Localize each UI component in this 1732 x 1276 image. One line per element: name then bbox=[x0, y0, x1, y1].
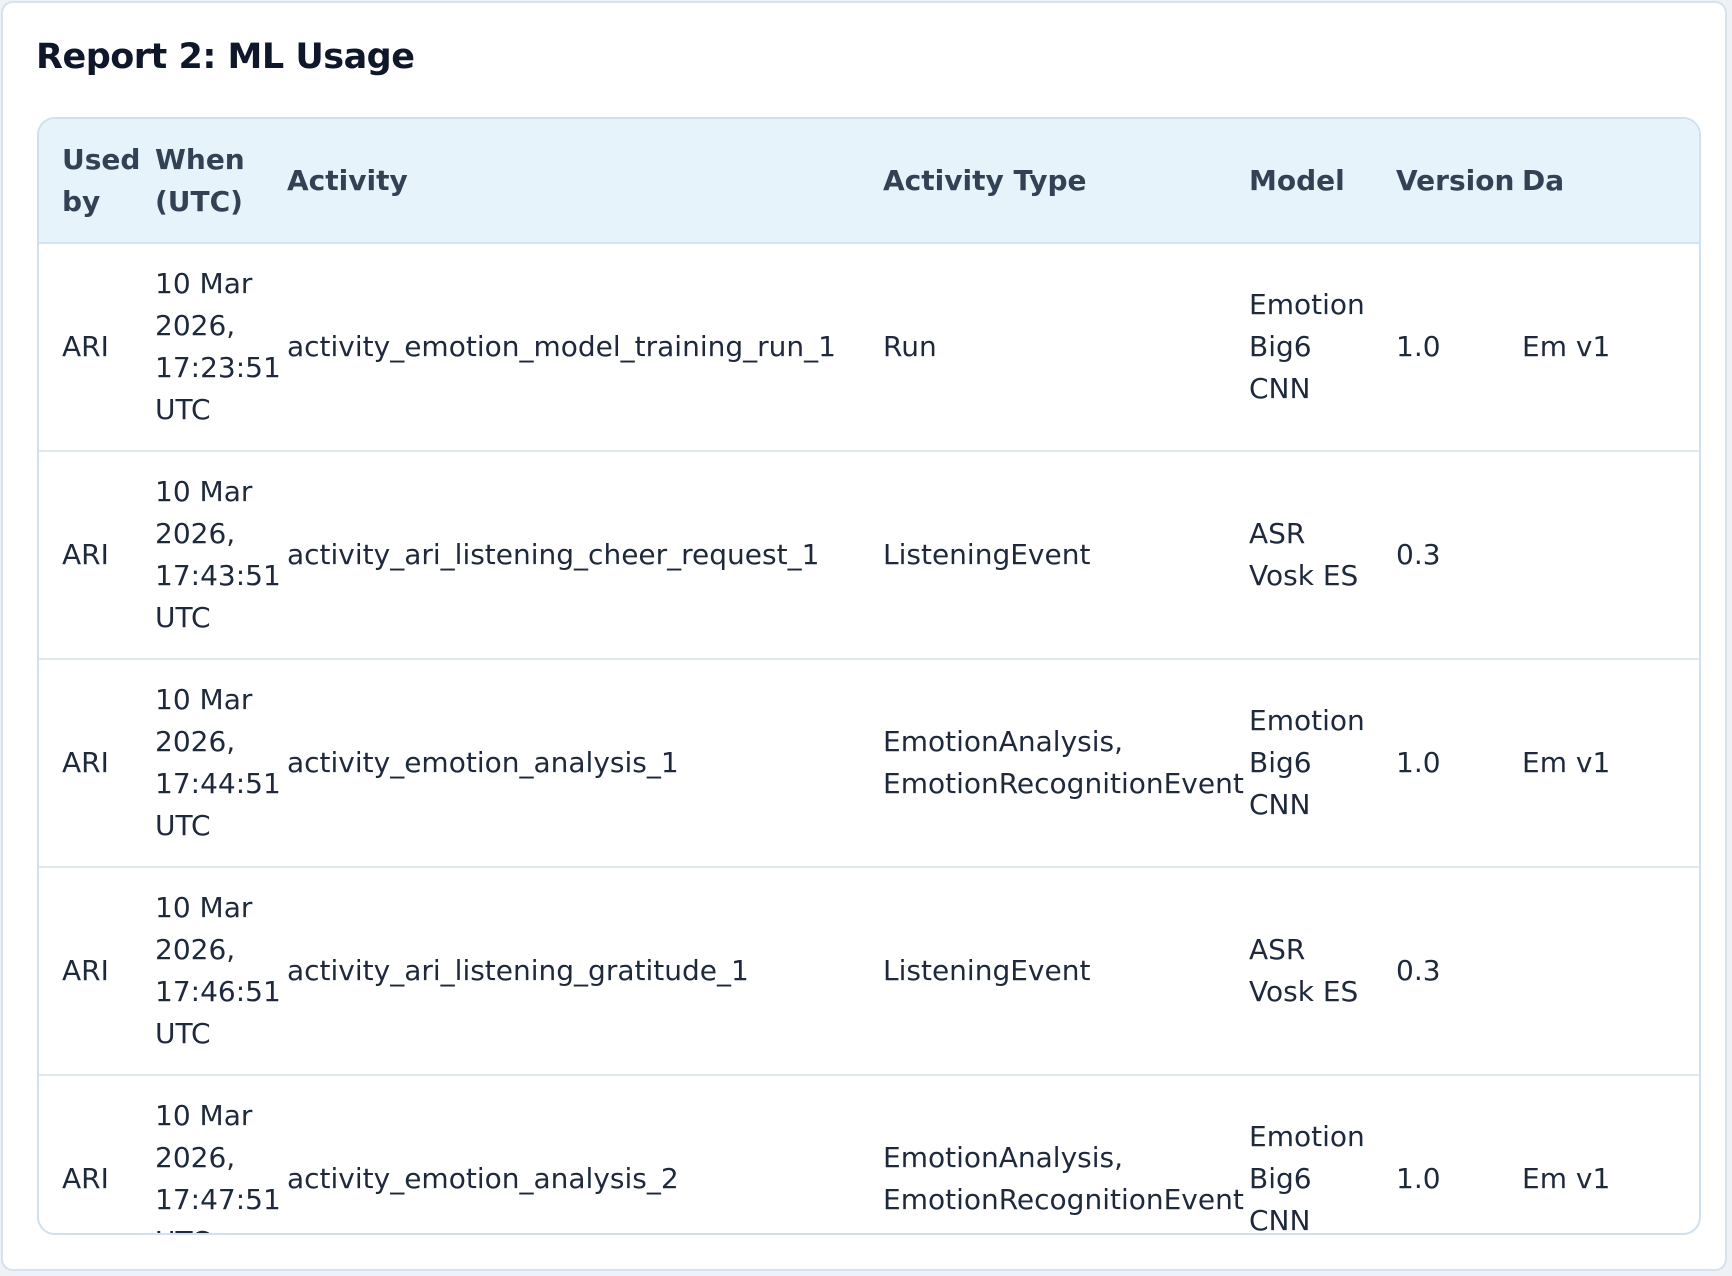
table-row: ARI 10 Mar 2026, 17:44:51 UTC activity_e… bbox=[39, 659, 1699, 868]
cell-version: 1.0 bbox=[1373, 243, 1499, 452]
cell-when: 10 Mar 2026, 17:44:51 UTC bbox=[132, 659, 281, 868]
cell-when: 10 Mar 2026, 17:43:51 UTC bbox=[132, 451, 281, 660]
table-row: ARI 10 Mar 2026, 17:46:51 UTC activity_a… bbox=[39, 867, 1699, 1076]
ml-usage-table-container[interactable]: Used by When (UTC) Activity Activity Typ… bbox=[37, 117, 1701, 1235]
cell-activity: activity_ari_listening_gratitude_1 bbox=[264, 867, 860, 1076]
report-title: Report 2: ML Usage bbox=[36, 37, 415, 77]
header-dataset: Da bbox=[1499, 119, 1699, 244]
cell-when: 10 Mar 2026, 17:23:51 UTC bbox=[132, 243, 281, 452]
table-row: ARI 10 Mar 2026, 17:47:51 UTC activity_e… bbox=[39, 1075, 1699, 1233]
cell-model: Emotion Big6 CNN bbox=[1226, 659, 1373, 868]
cell-used-by: ARI bbox=[39, 867, 132, 1076]
header-model: Model bbox=[1226, 119, 1373, 244]
cell-model: ASR Vosk ES bbox=[1226, 451, 1373, 660]
cell-dataset bbox=[1499, 867, 1699, 1076]
cell-activity-type: ListeningEvent bbox=[860, 867, 1226, 1076]
table-header: Used by When (UTC) Activity Activity Typ… bbox=[39, 119, 1699, 244]
cell-when: 10 Mar 2026, 17:47:51 UTC bbox=[132, 1075, 281, 1233]
cell-activity-type: ListeningEvent bbox=[860, 451, 1226, 660]
table-row: ARI 10 Mar 2026, 17:23:51 UTC activity_e… bbox=[39, 243, 1699, 452]
cell-dataset: Em v1 bbox=[1499, 243, 1699, 452]
table-row: ARI 10 Mar 2026, 17:43:51 UTC activity_a… bbox=[39, 451, 1699, 660]
cell-version: 0.3 bbox=[1373, 451, 1499, 660]
cell-version: 1.0 bbox=[1373, 1075, 1499, 1233]
header-version: Version bbox=[1373, 119, 1514, 244]
header-activity-type: Activity Type bbox=[860, 119, 1226, 244]
table-header-row: Used by When (UTC) Activity Activity Typ… bbox=[39, 119, 1699, 244]
ml-usage-table: Used by When (UTC) Activity Activity Typ… bbox=[39, 119, 1699, 1233]
header-when: When (UTC) bbox=[132, 119, 264, 244]
cell-dataset: Em v1 bbox=[1499, 1075, 1699, 1233]
cell-version: 1.0 bbox=[1373, 659, 1499, 868]
cell-activity: activity_emotion_model_training_run_1 bbox=[264, 243, 860, 452]
report-card: Report 2: ML Usage Used by When (UTC) Ac… bbox=[1, 1, 1727, 1271]
cell-activity: activity_emotion_analysis_2 bbox=[264, 1075, 860, 1233]
cell-dataset: Em v1 bbox=[1499, 659, 1699, 868]
cell-activity: activity_ari_listening_cheer_request_1 bbox=[264, 451, 860, 660]
cell-activity-type: EmotionAnalysis, EmotionRecognitionEvent bbox=[860, 659, 1244, 868]
cell-version: 0.3 bbox=[1373, 867, 1499, 1076]
cell-activity-type: EmotionAnalysis, EmotionRecognitionEvent bbox=[860, 1075, 1244, 1233]
cell-model: ASR Vosk ES bbox=[1226, 867, 1373, 1076]
cell-activity: activity_emotion_analysis_1 bbox=[264, 659, 860, 868]
table-body: ARI 10 Mar 2026, 17:23:51 UTC activity_e… bbox=[39, 243, 1699, 1233]
cell-model: Emotion Big6 CNN bbox=[1226, 243, 1373, 452]
cell-model: Emotion Big6 CNN bbox=[1226, 1075, 1373, 1233]
cell-activity-type: Run bbox=[860, 243, 1226, 452]
cell-used-by: ARI bbox=[39, 1075, 132, 1233]
cell-used-by: ARI bbox=[39, 659, 132, 868]
cell-when: 10 Mar 2026, 17:46:51 UTC bbox=[132, 867, 281, 1076]
header-activity: Activity bbox=[264, 119, 860, 244]
cell-used-by: ARI bbox=[39, 451, 132, 660]
header-used-by: Used by bbox=[39, 119, 140, 244]
cell-dataset bbox=[1499, 451, 1699, 660]
cell-used-by: ARI bbox=[39, 243, 132, 452]
